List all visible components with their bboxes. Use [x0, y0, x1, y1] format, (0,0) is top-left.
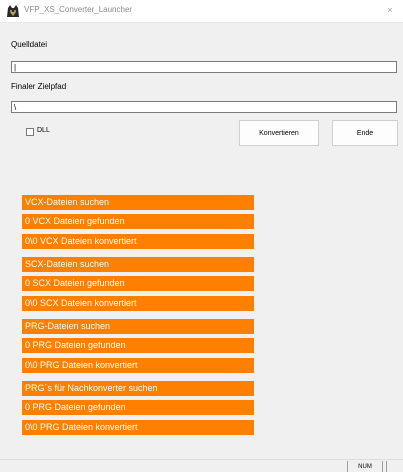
- title-bar: VFP_XS_Converter_Launcher ×: [0, 0, 403, 23]
- window-title: VFP_XS_Converter_Launcher: [24, 5, 133, 14]
- convert-button[interactable]: Konvertieren: [239, 120, 319, 146]
- postconverter-converted-status: 0\0 PRG Dateien konvertiert: [22, 420, 254, 435]
- source-file-label: Quelldatei: [11, 40, 48, 49]
- close-button[interactable]: ×: [383, 3, 397, 17]
- status-panel-empty: [386, 461, 403, 472]
- prg-converted-status: 0\0 PRG Dateien konvertiert: [22, 358, 254, 373]
- vcx-found-status: 0 VCX Dateien gefunden: [22, 214, 254, 229]
- postconverter-search-status: PRG´s für Nachkonverter suchen: [22, 381, 254, 396]
- target-path-input[interactable]: [11, 101, 397, 113]
- vcx-converted-status: 0\0 VCX Dateien konvertiert: [22, 234, 254, 249]
- postconverter-found-status: 0 PRG Dateien gefunden: [22, 400, 254, 415]
- prg-found-status: 0 PRG Dateien gefunden: [22, 338, 254, 353]
- main-window: VFP_XS_Converter_Launcher × Quelldatei F…: [0, 0, 403, 472]
- dll-checkbox[interactable]: [26, 128, 34, 136]
- end-button[interactable]: Ende: [332, 120, 398, 146]
- num-lock-indicator: NUM: [347, 461, 383, 472]
- status-bar: NUM: [0, 459, 403, 472]
- vcx-search-status: VCX-Dateien suchen: [22, 195, 254, 210]
- prg-search-status: PRG-Dateien suchen: [22, 319, 254, 334]
- scx-search-status: SCX-Dateien suchen: [22, 257, 254, 272]
- target-path-label: Finaler Zielpfad: [11, 82, 67, 91]
- fox-head-icon: [7, 5, 19, 17]
- dll-checkbox-label: DLL: [37, 127, 50, 134]
- source-file-input[interactable]: [11, 61, 397, 73]
- scx-found-status: 0 SCX Dateien gefunden: [22, 276, 254, 291]
- scx-converted-status: 0\0 SCX Dateien konvertiert: [22, 296, 254, 311]
